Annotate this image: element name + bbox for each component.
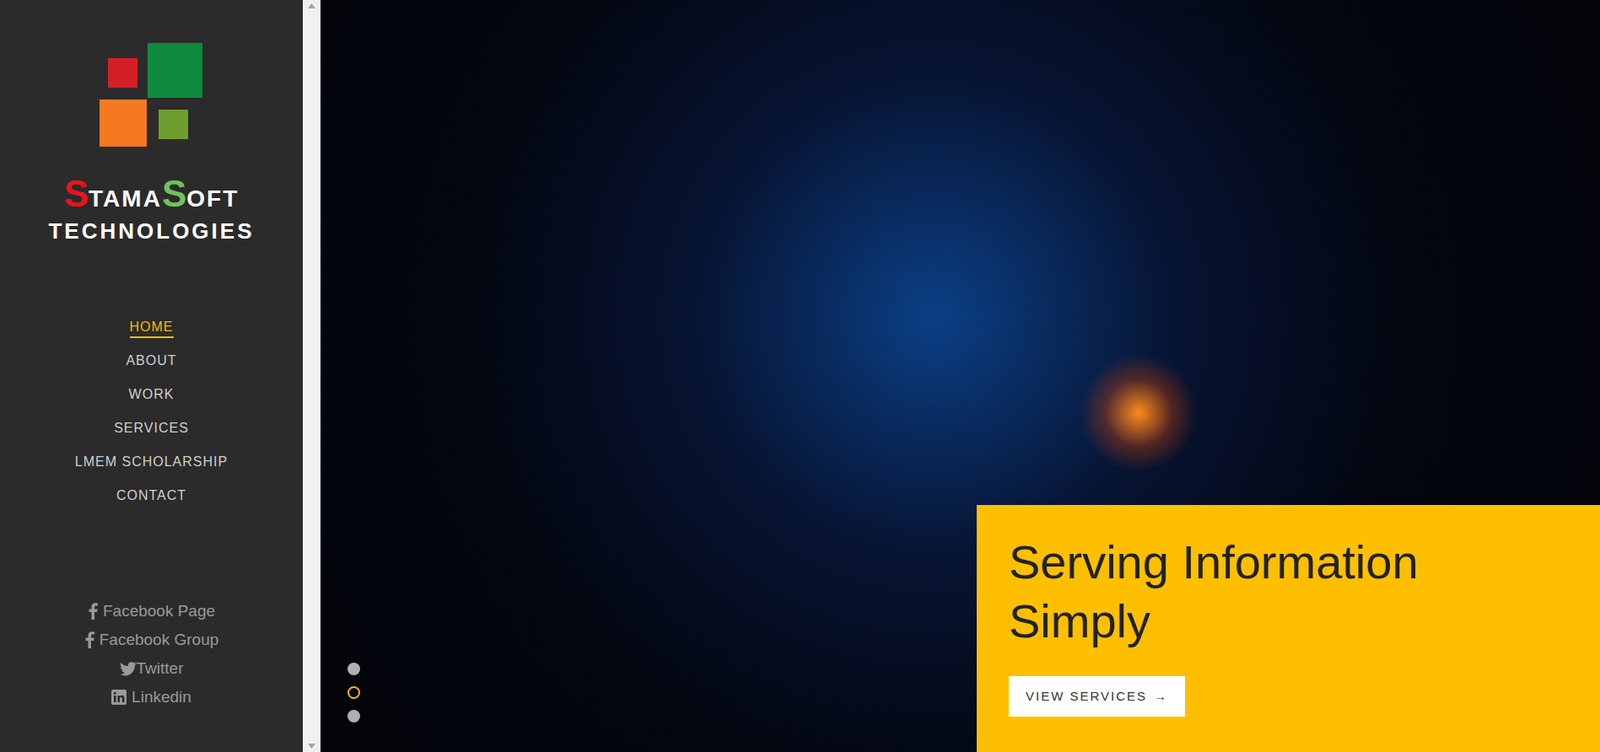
- scroll-down-icon: [307, 743, 316, 749]
- logo[interactable]: STAMASOFTTECHNOLOGIES: [48, 43, 254, 245]
- button-label: VIEW SERVICES: [1025, 687, 1148, 707]
- brand-part: S: [161, 175, 187, 213]
- sidebar: STAMASOFTTECHNOLOGIESHOMEABOUTWORKSERVIC…: [0, 0, 303, 752]
- view-services-button[interactable]: VIEW SERVICES→: [1008, 676, 1186, 717]
- scroll-up-icon: [307, 3, 316, 9]
- nav-item[interactable]: HOME: [129, 311, 174, 345]
- nav-item[interactable]: SERVICES: [113, 412, 189, 447]
- social-label: Facebook Group: [99, 630, 220, 651]
- nav-link[interactable]: HOME: [129, 317, 174, 339]
- nav-item[interactable]: CONTACT: [116, 479, 187, 514]
- slide-dots: [347, 662, 361, 723]
- facebook-icon: [87, 603, 98, 620]
- nav-item[interactable]: ABOUT: [125, 344, 177, 379]
- twitter-icon: [119, 662, 137, 677]
- nav-item[interactable]: LMEM SCHOLARSHIP: [75, 446, 228, 480]
- slide-dot[interactable]: [347, 686, 361, 700]
- facebook-icon: [84, 631, 95, 649]
- nav-link[interactable]: SERVICES: [113, 419, 189, 440]
- nav-link[interactable]: CONTACT: [116, 486, 187, 507]
- brand-part: OFT: [186, 180, 239, 218]
- brand-part: S: [64, 175, 89, 213]
- nav-link[interactable]: ABOUT: [125, 351, 177, 372]
- logo-squares-icon: [99, 43, 203, 147]
- social-label: Linkedin: [131, 687, 192, 708]
- social-link[interactable]: Facebook Group: [84, 625, 220, 655]
- social-link[interactable]: Facebook Page: [87, 597, 216, 626]
- brand-part: TAMA: [88, 180, 162, 218]
- hero-image: [1079, 354, 1198, 473]
- slide-dot[interactable]: [347, 662, 361, 676]
- brand-tagline: TECHNOLOGIES: [48, 217, 254, 245]
- hero-slider: Serving Information Simply VIEW SERVICES→: [320, 0, 1600, 752]
- social-label: Facebook Page: [102, 601, 216, 622]
- linkedin-icon: [111, 689, 127, 706]
- slide-dot[interactable]: [347, 710, 361, 723]
- arrow-icon: →: [1153, 687, 1169, 707]
- nav-item[interactable]: WORK: [129, 378, 175, 413]
- social-link[interactable]: Twitter: [119, 654, 184, 684]
- hero-title: Serving Information Simply: [1008, 533, 1482, 652]
- scrollbar[interactable]: [302, 0, 321, 752]
- main-nav: HOME ABOUT WORK SERVICES LMEM SCHOLARSHIP CON…: [75, 311, 228, 514]
- social-link[interactable]: Linkedin: [111, 683, 192, 712]
- hero-caption: Serving Information Simply VIEW SERVICES→: [976, 505, 1600, 752]
- social-label: Twitter: [136, 658, 184, 679]
- social-links: Facebook Page Facebook Group Twitter Linked…: [84, 597, 220, 712]
- nav-link[interactable]: LMEM SCHOLARSHIP: [75, 452, 228, 474]
- brand-name: STAMASOFT: [64, 175, 240, 218]
- nav-link[interactable]: WORK: [129, 385, 175, 406]
